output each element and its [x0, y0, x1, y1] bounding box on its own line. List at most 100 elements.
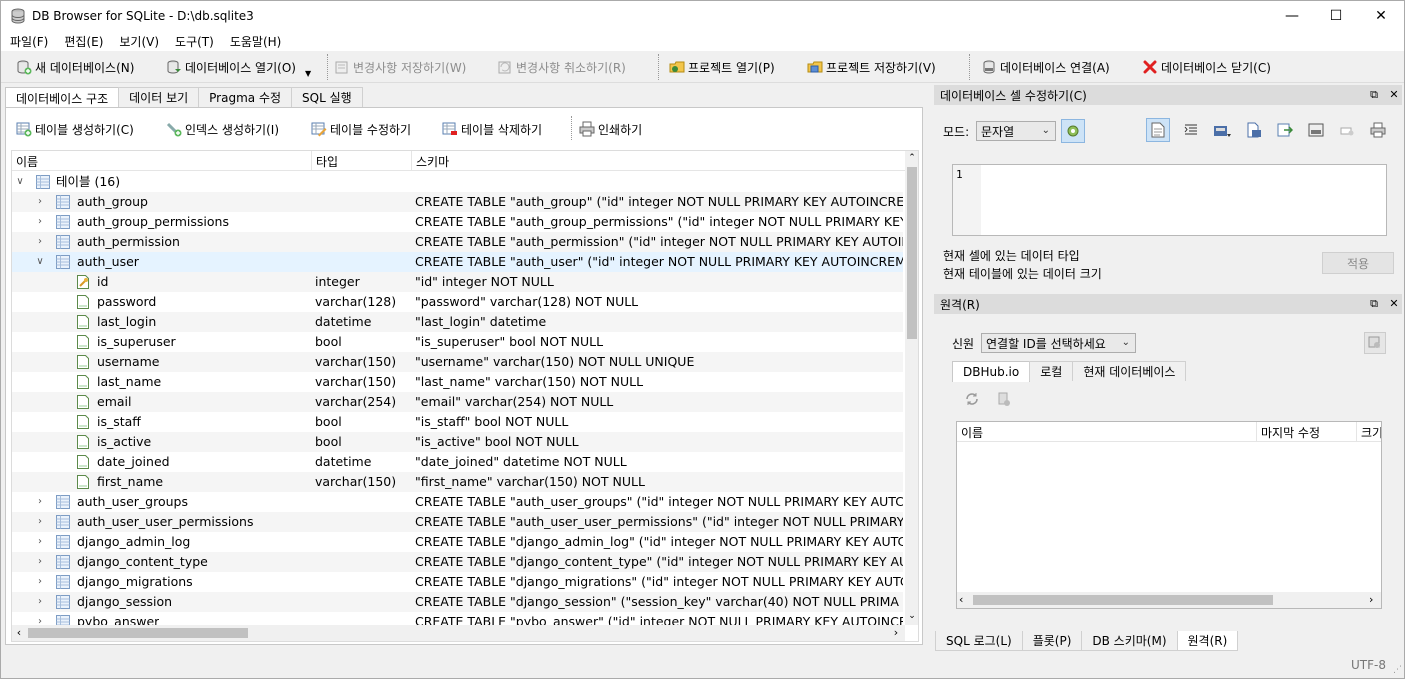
- mode-select[interactable]: 문자열 ⌄: [976, 121, 1056, 141]
- tab-edit-pragmas[interactable]: Pragma 수정: [198, 87, 293, 107]
- tab-current-database[interactable]: 현재 데이터베이스: [1072, 361, 1187, 381]
- menu-help[interactable]: 도움말(H): [222, 33, 290, 50]
- expand-arrow-icon[interactable]: ›: [34, 556, 46, 568]
- tab-local[interactable]: 로컬: [1029, 361, 1074, 381]
- menu-tools[interactable]: 도구(T): [167, 33, 222, 50]
- collapse-arrow-icon[interactable]: ∨: [14, 176, 26, 188]
- tree-row-field[interactable]: email varchar(254) "email" varchar(254) NO…: [12, 392, 903, 412]
- tree-row-field[interactable]: username varchar(150) "username" varchar(1…: [12, 352, 903, 372]
- modify-table-button[interactable]: 테이블 수정하기: [311, 117, 411, 141]
- print-cell-button[interactable]: [1366, 118, 1390, 142]
- tree-row-table[interactable]: › django_migrations CREATE TABLE "django_m…: [12, 572, 903, 592]
- tab-remote[interactable]: 원격(R): [1176, 631, 1239, 651]
- auto-switch-mode-button[interactable]: [1061, 119, 1085, 143]
- menu-file[interactable]: 파일(F): [1, 33, 56, 50]
- tree-row-table[interactable]: › auth_group CREATE TABLE "auth_group" ("i…: [12, 192, 903, 212]
- horizontal-scroll-thumb[interactable]: [973, 595, 1273, 605]
- open-database-dropdown-icon[interactable]: ▼: [305, 69, 311, 78]
- scroll-left-arrow-icon[interactable]: ‹: [959, 592, 963, 608]
- scroll-right-arrow-icon[interactable]: ›: [1369, 592, 1373, 608]
- export-button[interactable]: [1242, 118, 1266, 142]
- close-dock-icon[interactable]: ✕: [1386, 87, 1402, 103]
- expand-arrow-icon[interactable]: ›: [34, 496, 46, 508]
- tree-horizontal-scrollbar[interactable]: ‹ ›: [12, 625, 905, 641]
- tree-row-table[interactable]: › django_session CREATE TABLE "django_sess…: [12, 592, 903, 612]
- create-index-button[interactable]: 인덱스 생성하기(I): [166, 117, 279, 141]
- undock-icon[interactable]: ⧉: [1366, 87, 1382, 103]
- tree-row-field[interactable]: password varchar(128) "password" varchar(1…: [12, 292, 903, 312]
- maximize-button[interactable]: ☐: [1313, 1, 1359, 31]
- column-header-schema[interactable]: 스키마: [412, 151, 918, 171]
- word-wrap-button[interactable]: [1146, 118, 1170, 142]
- horizontal-scroll-thumb[interactable]: [28, 628, 248, 638]
- write-changes-button[interactable]: 변경사항 저장하기(W): [334, 55, 466, 79]
- expand-arrow-icon[interactable]: ›: [34, 236, 46, 248]
- attach-database-button[interactable]: 데이터베이스 연결(A): [981, 55, 1110, 79]
- close-window-button[interactable]: ✕: [1358, 1, 1404, 31]
- expand-arrow-icon[interactable]: ›: [34, 536, 46, 548]
- scroll-left-arrow-icon[interactable]: ‹: [12, 625, 26, 641]
- indent-button[interactable]: [1179, 118, 1203, 142]
- identity-settings-button[interactable]: [1364, 332, 1386, 354]
- delete-table-button[interactable]: 테이블 삭제하기: [442, 117, 542, 141]
- tree-row-field[interactable]: is_staff bool "is_staff" bool NOT NULL: [12, 412, 903, 432]
- scroll-up-arrow-icon[interactable]: ⌃: [905, 151, 918, 165]
- tab-dbhub[interactable]: DBHub.io: [952, 361, 1031, 382]
- tree-vertical-scrollbar[interactable]: ⌃ ⌄: [905, 151, 918, 625]
- null-button[interactable]: [1335, 118, 1359, 142]
- tree-row-field[interactable]: is_active bool "is_active" bool NOT NULL: [12, 432, 903, 452]
- import-button[interactable]: [1210, 118, 1234, 142]
- tree-row-field[interactable]: last_name varchar(150) "last_name" varchar…: [12, 372, 903, 392]
- tree-row-table[interactable]: › auth_group_permissions CREATE TABLE "aut…: [12, 212, 903, 232]
- tree-row-field[interactable]: date_joined datetime "date_joined" datetim…: [12, 452, 903, 472]
- tree-row-table[interactable]: › django_admin_log CREATE TABLE "django_ad…: [12, 532, 903, 552]
- close-database-button[interactable]: 데이터베이스 닫기(C): [1142, 55, 1271, 79]
- print-button[interactable]: 인쇄하기: [579, 117, 642, 141]
- column-header-size[interactable]: 크기: [1357, 422, 1381, 442]
- image-button[interactable]: [1304, 118, 1328, 142]
- expand-arrow-icon[interactable]: ›: [34, 596, 46, 608]
- tree-row-field[interactable]: first_name varchar(150) "first_name" varch…: [12, 472, 903, 492]
- minimize-button[interactable]: —: [1269, 1, 1315, 31]
- expand-arrow-icon[interactable]: ›: [34, 516, 46, 528]
- menu-view[interactable]: 보기(V): [111, 33, 167, 50]
- create-table-button[interactable]: 테이블 생성하기(C): [16, 117, 134, 141]
- set-null-button[interactable]: [1273, 118, 1297, 142]
- column-header-type[interactable]: 타입: [312, 151, 412, 171]
- remote-file-list[interactable]: 이름 마지막 수정 크기 ‹ ›: [956, 421, 1382, 609]
- close-dock-icon[interactable]: ✕: [1386, 296, 1402, 312]
- undock-icon[interactable]: ⧉: [1366, 296, 1382, 312]
- collapse-arrow-icon[interactable]: ∨: [34, 256, 46, 268]
- menu-edit[interactable]: 편집(E): [56, 33, 111, 50]
- tree-row-field[interactable]: id integer "id" integer NOT NULL: [12, 272, 903, 292]
- cell-text-editor[interactable]: 1: [952, 164, 1387, 236]
- open-database-button[interactable]: 데이터베이스 열기(O) ▼: [166, 55, 311, 79]
- column-header-name[interactable]: 이름: [957, 422, 1257, 442]
- tree-row-table[interactable]: › auth_user_groups CREATE TABLE "auth_user…: [12, 492, 903, 512]
- tab-browse-data[interactable]: 데이터 보기: [118, 87, 200, 107]
- open-project-button[interactable]: 프로젝트 열기(P): [669, 55, 775, 79]
- vertical-scroll-thumb[interactable]: [907, 167, 917, 339]
- refresh-button[interactable]: [960, 387, 984, 411]
- save-project-button[interactable]: 프로젝트 저장하기(V): [807, 55, 936, 79]
- tree-row-field[interactable]: last_login datetime "last_login" datetime: [12, 312, 903, 332]
- expand-arrow-icon[interactable]: ›: [34, 216, 46, 228]
- remote-horizontal-scrollbar[interactable]: ‹ ›: [957, 592, 1381, 608]
- tab-sql-log[interactable]: SQL 로그(L): [935, 631, 1023, 651]
- scroll-right-arrow-icon[interactable]: ›: [889, 625, 903, 641]
- apply-button[interactable]: 적용: [1322, 252, 1394, 274]
- identity-select[interactable]: 연결할 ID를 선택하세요 ⌄: [981, 333, 1136, 353]
- tab-database-structure[interactable]: 데이터베이스 구조: [5, 87, 120, 108]
- tree-row-table[interactable]: › django_content_type CREATE TABLE "django…: [12, 552, 903, 572]
- column-header-name[interactable]: 이름: [12, 151, 312, 171]
- revert-changes-button[interactable]: 변경사항 취소하기(R): [497, 55, 626, 79]
- expand-arrow-icon[interactable]: ›: [34, 196, 46, 208]
- schema-tree[interactable]: 이름 타입 스키마 ∨ 테이블 (16) › auth_group CREATE T…: [11, 150, 919, 642]
- tree-row-table[interactable]: › auth_user_user_permissions CREATE TABLE …: [12, 512, 903, 532]
- tree-row-table[interactable]: › auth_permission CREATE TABLE "auth_permi…: [12, 232, 903, 252]
- tree-row-table-expanded[interactable]: ∨ auth_user CREATE TABLE "auth_user" ("i…: [12, 252, 903, 272]
- tab-plot[interactable]: 플롯(P): [1021, 631, 1083, 651]
- scroll-down-arrow-icon[interactable]: ⌄: [905, 609, 918, 623]
- column-header-last-modified[interactable]: 마지막 수정: [1257, 422, 1357, 442]
- clone-button[interactable]: [992, 387, 1016, 411]
